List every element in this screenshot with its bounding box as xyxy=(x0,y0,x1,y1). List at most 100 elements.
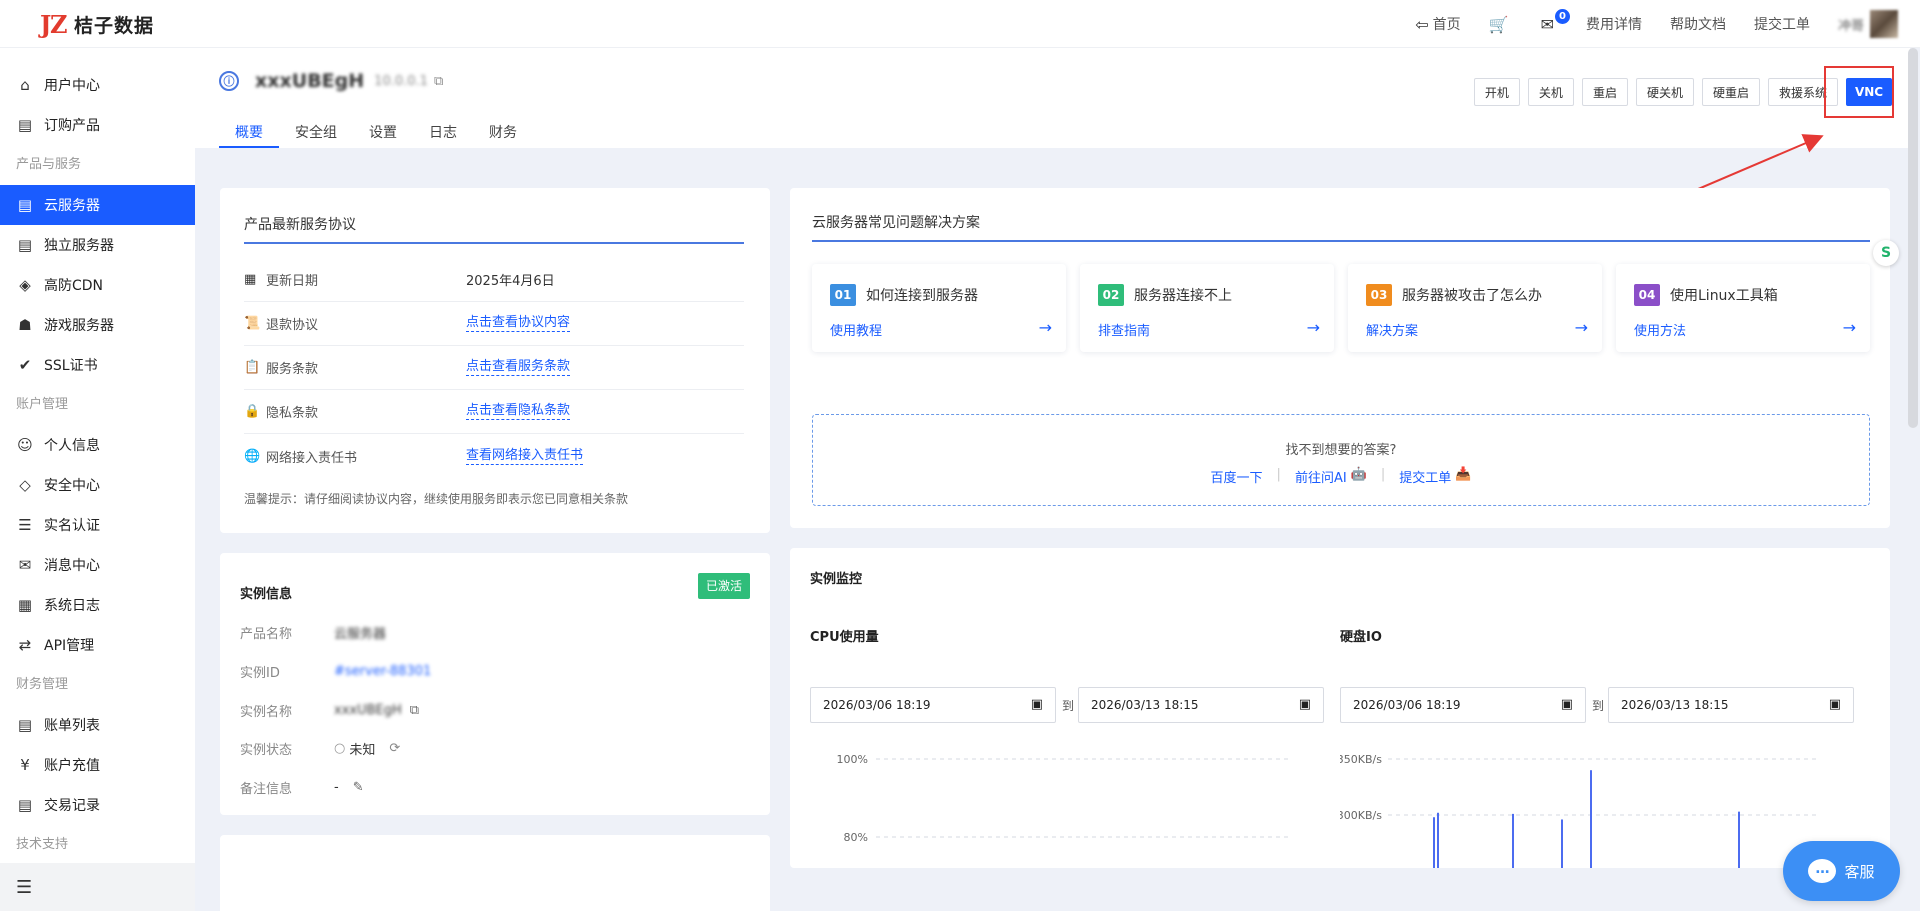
sidebar-item-dedicated-server[interactable]: ▤ 独立服务器 xyxy=(0,225,195,265)
username[interactable]: 冲哥 xyxy=(1838,15,1864,34)
tab-logs[interactable]: 日志 xyxy=(413,122,473,148)
hard-reboot-button[interactable]: 硬重启 xyxy=(1701,78,1760,106)
faq-number: 04 xyxy=(1634,284,1660,306)
network-responsibility-link[interactable]: 查看网络接入责任书 xyxy=(466,448,584,465)
avatar[interactable] xyxy=(1870,10,1898,38)
check-circle-icon: ✔ xyxy=(18,356,32,374)
agreement-row: 📋 服务条款 点击查看服务条款 xyxy=(244,346,744,390)
agreement-row: 📜 退款协议 点击查看协议内容 xyxy=(244,302,744,346)
home-icon: ⌂ xyxy=(20,76,30,94)
faq-item[interactable]: 03 服务器被攻击了怎么办 解决方案 → xyxy=(1348,264,1602,352)
cpu-ytick-label: 80% xyxy=(844,831,868,844)
tab-security-group[interactable]: 安全组 xyxy=(279,122,353,148)
sidebar-item-ssl[interactable]: ✔ SSL证书 xyxy=(0,345,195,385)
calendar-icon[interactable]: ▣ xyxy=(1829,697,1841,712)
page-scrollbar[interactable] xyxy=(1908,48,1918,428)
faq-number: 01 xyxy=(830,284,856,306)
brand-logo[interactable]: JZ 桔子数据 xyxy=(38,10,154,39)
top-nav: ⇦ 首页 🛒 ✉ 0 费用详情 帮助文档 提交工单 冲哥 xyxy=(1387,8,1898,40)
sidebar-item-game-server[interactable]: ☗ 游戏服务器 xyxy=(0,305,195,345)
floating-assistant-icon[interactable]: S xyxy=(1873,240,1899,266)
sidebar-group-support: 技术支持 xyxy=(16,837,69,852)
sidebar-item-transactions[interactable]: ▤ 交易记录 xyxy=(0,785,195,825)
tab-finance[interactable]: 财务 xyxy=(473,122,533,148)
tab-settings[interactable]: 设置 xyxy=(353,122,413,148)
faq-link[interactable]: 使用教程 xyxy=(830,320,882,339)
cpu-date-to[interactable]: 2026/03/13 18:15 ▣ xyxy=(1078,687,1324,723)
arrow-right-icon[interactable]: → xyxy=(1575,318,1588,337)
chat-bubble-icon: … xyxy=(1808,859,1837,883)
faq-more-links: 百度一下 | 前往问AI 🤖 | 提交工单 📥 xyxy=(1210,467,1472,486)
edit-icon[interactable]: ✎ xyxy=(353,780,364,795)
power-on-button[interactable]: 开机 xyxy=(1473,78,1520,106)
faq-question: 如何连接到服务器 xyxy=(866,288,978,304)
sidebar-item-profile[interactable]: ☺ 个人信息 xyxy=(0,425,195,465)
sidebar-item-bills[interactable]: ▤ 账单列表 xyxy=(0,705,195,745)
cpu-title: CPU使用量 xyxy=(810,630,879,645)
hard-power-off-button[interactable]: 硬关机 xyxy=(1635,78,1694,106)
submit-ticket-link[interactable]: 提交工单 xyxy=(1399,467,1451,486)
customer-service-label: 客服 xyxy=(1844,862,1875,881)
sidebar-item-order[interactable]: ▤ 订购产品 xyxy=(0,105,195,145)
power-off-button[interactable]: 关机 xyxy=(1527,78,1574,106)
faq-item[interactable]: 02 服务器连接不上 排查指南 → xyxy=(1080,264,1334,352)
nav-home-label: 首页 xyxy=(1432,17,1461,33)
refresh-icon[interactable]: ⟳ xyxy=(389,741,400,756)
sidebar-item-messages[interactable]: ✉ 消息中心 xyxy=(0,545,195,585)
info-row-product: 产品名称 云服务器 xyxy=(240,623,386,642)
status-badge: 已激活 xyxy=(697,573,750,599)
faq-item[interactable]: 04 使用Linux工具箱 使用方法 → xyxy=(1616,264,1870,352)
terms-link[interactable]: 点击查看服务条款 xyxy=(466,359,571,376)
copy-icon[interactable]: ⧉ xyxy=(434,74,443,89)
sidebar-item-user-center[interactable]: ⌂ 用户中心 xyxy=(0,65,195,105)
sidebar-item-realname[interactable]: ☰ 实名认证 xyxy=(0,505,195,545)
sidebar-item-label: API管理 xyxy=(44,638,95,654)
user-icon: ☺ xyxy=(17,436,33,454)
sidebar-item-security[interactable]: ◇ 安全中心 xyxy=(0,465,195,505)
mail-icon[interactable]: ✉ 0 xyxy=(1541,8,1570,34)
sidebar-item-cloud-server[interactable]: ▤ 云服务器 xyxy=(0,185,195,225)
disk-io-bar xyxy=(1590,770,1592,868)
ask-ai-link[interactable]: 前往问AI xyxy=(1295,467,1347,486)
collapse-sidebar-button[interactable]: ☰ xyxy=(0,863,195,911)
sidebar-item-syslog[interactable]: ▦ 系统日志 xyxy=(0,585,195,625)
sidebar-item-recharge[interactable]: ¥ 账户充值 xyxy=(0,745,195,785)
faq-link[interactable]: 使用方法 xyxy=(1634,320,1686,339)
disk-io-bar xyxy=(1437,812,1439,868)
calendar-icon[interactable]: ▣ xyxy=(1031,697,1043,712)
arrow-right-icon[interactable]: → xyxy=(1843,318,1856,337)
sidebar-item-cdn[interactable]: ◈ 高防CDN xyxy=(0,265,195,305)
arrow-right-icon[interactable]: → xyxy=(1039,318,1052,337)
disk-io-title: 硬盘IO xyxy=(1340,630,1382,645)
arrow-right-icon[interactable]: → xyxy=(1307,318,1320,337)
nav-home[interactable]: ⇦ 首页 xyxy=(1415,14,1460,34)
disk-date-to[interactable]: 2026/03/13 18:15 ▣ xyxy=(1608,687,1854,723)
privacy-link[interactable]: 点击查看隐私条款 xyxy=(466,403,571,420)
calendar-icon[interactable]: ▣ xyxy=(1299,697,1311,712)
nav-ticket[interactable]: 提交工单 xyxy=(1754,14,1810,34)
faq-item[interactable]: 01 如何连接到服务器 使用教程 → xyxy=(812,264,1066,352)
tab-overview[interactable]: 概要 xyxy=(219,122,279,148)
nav-fees[interactable]: 费用详情 xyxy=(1586,14,1642,34)
agreement-label: 更新日期 xyxy=(266,274,319,289)
nav-help[interactable]: 帮助文档 xyxy=(1670,14,1726,34)
agreement-label: 服务条款 xyxy=(266,362,319,377)
customer-service-button[interactable]: … 客服 xyxy=(1783,841,1900,901)
inbox-icon: 📥 xyxy=(1455,467,1472,482)
baidu-link[interactable]: 百度一下 xyxy=(1211,467,1263,486)
cart-icon[interactable]: 🛒 xyxy=(1489,15,1513,34)
reboot-button[interactable]: 重启 xyxy=(1581,78,1628,106)
sidebar-item-api[interactable]: ⇄ API管理 xyxy=(0,625,195,665)
disk-ytick-label: 350KB/s xyxy=(1340,753,1382,766)
refund-policy-link[interactable]: 点击查看协议内容 xyxy=(466,315,571,332)
cpu-date-from[interactable]: 2026/03/06 18:19 ▣ xyxy=(810,687,1056,723)
faq-link[interactable]: 排查指南 xyxy=(1098,320,1150,339)
cpu-ytick-label: 100% xyxy=(837,753,868,766)
instance-id-link[interactable]: #server-88301 xyxy=(334,664,431,679)
disk-date-from[interactable]: 2026/03/06 18:19 ▣ xyxy=(1340,687,1586,723)
mail-count-badge: 0 xyxy=(1554,8,1570,24)
calendar-icon[interactable]: ▣ xyxy=(1561,697,1573,712)
faq-link[interactable]: 解决方案 xyxy=(1366,320,1418,339)
faq-more-question: 找不到想要的答案? xyxy=(1285,443,1397,458)
copy-icon[interactable]: ⧉ xyxy=(410,703,419,718)
